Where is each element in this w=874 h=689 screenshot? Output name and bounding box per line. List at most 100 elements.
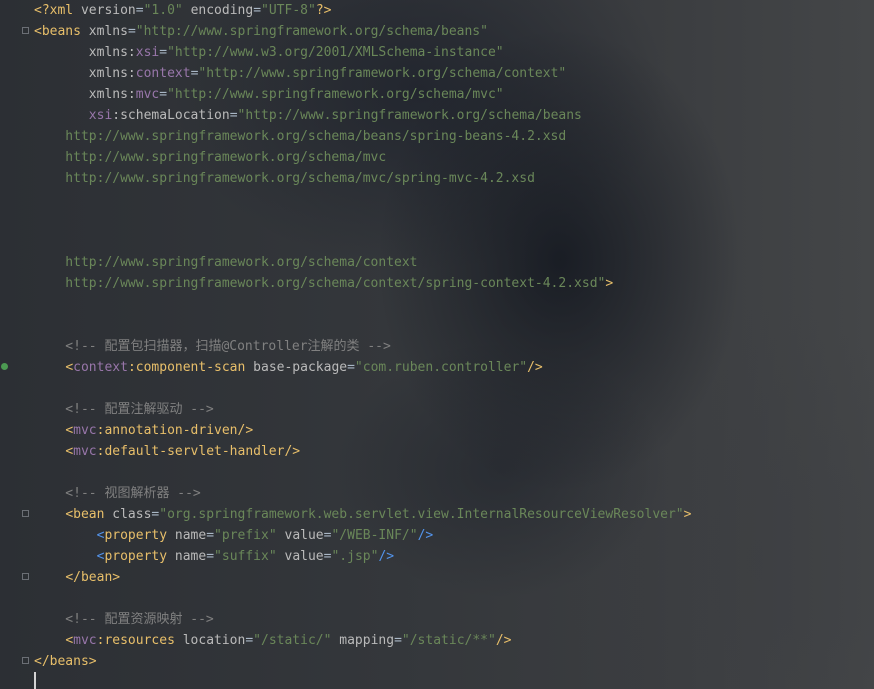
code-token: :schemaLocation: [112, 108, 230, 123]
code-token: "UTF-8": [261, 3, 316, 18]
code-text[interactable]: <?xml version="1.0" encoding="UTF-8"?> <b…: [34, 0, 691, 689]
code-line[interactable]: <beans xmlns="http://www.springframework…: [34, 21, 691, 42]
code-token: "suffix": [214, 549, 277, 564]
code-token: :resources: [96, 633, 183, 648]
code-line[interactable]: <context:component-scan base-package="co…: [34, 357, 691, 378]
code-token: "prefix": [214, 528, 277, 543]
code-line[interactable]: [34, 315, 691, 336]
code-token: </bean>: [65, 570, 121, 585]
code-token: />: [378, 549, 395, 564]
code-line[interactable]: [34, 231, 691, 252]
code-token: <!-- 配置包扫描器，扫描@Controller注解的类 -->: [34, 339, 391, 354]
code-line[interactable]: <!-- 配置资源映射 -->: [34, 609, 691, 630]
code-line[interactable]: <bean class="org.springframework.web.ser…: [34, 504, 691, 525]
code-line[interactable]: </beans>: [34, 651, 691, 672]
code-token: =: [394, 633, 402, 648]
code-token: http://www.springframework.org/schema/mv…: [34, 171, 535, 186]
code-line[interactable]: http://www.springframework.org/schema/be…: [34, 126, 691, 147]
code-token: mvc: [73, 633, 97, 648]
code-line[interactable]: http://www.springframework.org/schema/mv…: [34, 168, 691, 189]
fold-icon[interactable]: [22, 573, 29, 580]
spring-bean-icon[interactable]: [1, 363, 8, 370]
code-line[interactable]: </bean>: [34, 567, 691, 588]
code-line[interactable]: <?xml version="1.0" encoding="UTF-8"?>: [34, 0, 691, 21]
code-token: <?xml: [34, 3, 81, 18]
code-line[interactable]: xmlns:context="http://www.springframewor…: [34, 63, 691, 84]
code-token: :annotation-driven/>: [96, 423, 254, 438]
code-token: "com.ruben.controller": [354, 360, 528, 375]
code-token: http://www.springframework.org/schema/mv…: [34, 150, 387, 165]
editor-gutter[interactable]: [0, 0, 32, 689]
code-line[interactable]: <!-- 视图解析器 -->: [34, 483, 691, 504]
code-token: "/static/": [253, 633, 332, 648]
code-token: =: [127, 24, 136, 39]
code-token: <bean: [65, 507, 113, 522]
code-line[interactable]: <!-- 配置注解驱动 -->: [34, 399, 691, 420]
fold-icon[interactable]: [22, 510, 29, 517]
code-token: mvc: [73, 423, 97, 438]
code-line[interactable]: http://www.springframework.org/schema/mv…: [34, 147, 691, 168]
code-token: <: [65, 444, 74, 459]
code-line[interactable]: xmlns:mvc="http://www.springframework.or…: [34, 84, 691, 105]
code-token: ?>: [315, 3, 332, 18]
code-line[interactable]: <property name="suffix" value=".jsp"/>: [34, 546, 691, 567]
code-token: location: [182, 633, 246, 648]
code-token: />: [495, 633, 512, 648]
code-token: <: [65, 633, 74, 648]
code-token: encoding: [190, 3, 254, 18]
code-line[interactable]: [34, 189, 691, 210]
fold-icon[interactable]: [22, 27, 29, 34]
code-line[interactable]: http://www.springframework.org/schema/co…: [34, 273, 691, 294]
code-token: =: [159, 87, 168, 102]
code-line[interactable]: [34, 588, 691, 609]
text-caret: [34, 672, 36, 689]
code-token: =: [229, 108, 238, 123]
code-line[interactable]: [34, 294, 691, 315]
code-token: "1.0": [143, 3, 183, 18]
code-token: "http://www.springframework.org/schema/b…: [237, 108, 582, 123]
code-line[interactable]: [34, 378, 691, 399]
code-token: context: [73, 360, 128, 375]
code-token: xmlns:: [88, 66, 136, 81]
code-token: "/static/**": [401, 633, 496, 648]
code-line[interactable]: xmlns:xsi="http://www.w3.org/2001/XMLSch…: [34, 42, 691, 63]
code-token: xmlns: [88, 24, 128, 39]
fold-icon[interactable]: [22, 657, 29, 664]
code-line[interactable]: <mvc:default-servlet-handler/>: [34, 441, 691, 462]
code-token: <: [65, 423, 74, 438]
code-token: >: [605, 276, 614, 291]
code-line[interactable]: <property name="prefix" value="/WEB-INF/…: [34, 525, 691, 546]
code-line[interactable]: <!-- 配置包扫描器，扫描@Controller注解的类 -->: [34, 336, 691, 357]
code-token: =: [245, 633, 254, 648]
code-line[interactable]: <mvc:annotation-driven/>: [34, 420, 691, 441]
code-editor[interactable]: <?xml version="1.0" encoding="UTF-8"?> <b…: [0, 0, 874, 689]
code-line[interactable]: [34, 462, 691, 483]
code-token: value: [284, 549, 324, 564]
code-token: value: [284, 528, 324, 543]
code-line[interactable]: http://www.springframework.org/schema/co…: [34, 252, 691, 273]
code-token: </beans>: [34, 654, 97, 669]
code-line[interactable]: <mvc:resources location="/static/" mappi…: [34, 630, 691, 651]
code-token: ".jsp": [331, 549, 379, 564]
code-token: class: [112, 507, 152, 522]
code-line[interactable]: [34, 672, 691, 689]
code-token: =: [253, 3, 262, 18]
code-token: />: [527, 360, 543, 375]
code-line[interactable]: xsi:schemaLocation="http://www.springfra…: [34, 105, 691, 126]
code-token: property: [104, 549, 175, 564]
code-token: http://www.springframework.org/schema/be…: [34, 129, 567, 144]
code-token: =: [206, 549, 215, 564]
code-line[interactable]: [34, 210, 691, 231]
code-token: <!-- 视图解析器 -->: [34, 486, 201, 501]
code-token: >: [683, 507, 692, 522]
code-token: <!-- 配置注解驱动 -->: [34, 402, 214, 417]
code-token: mapping: [339, 633, 395, 648]
